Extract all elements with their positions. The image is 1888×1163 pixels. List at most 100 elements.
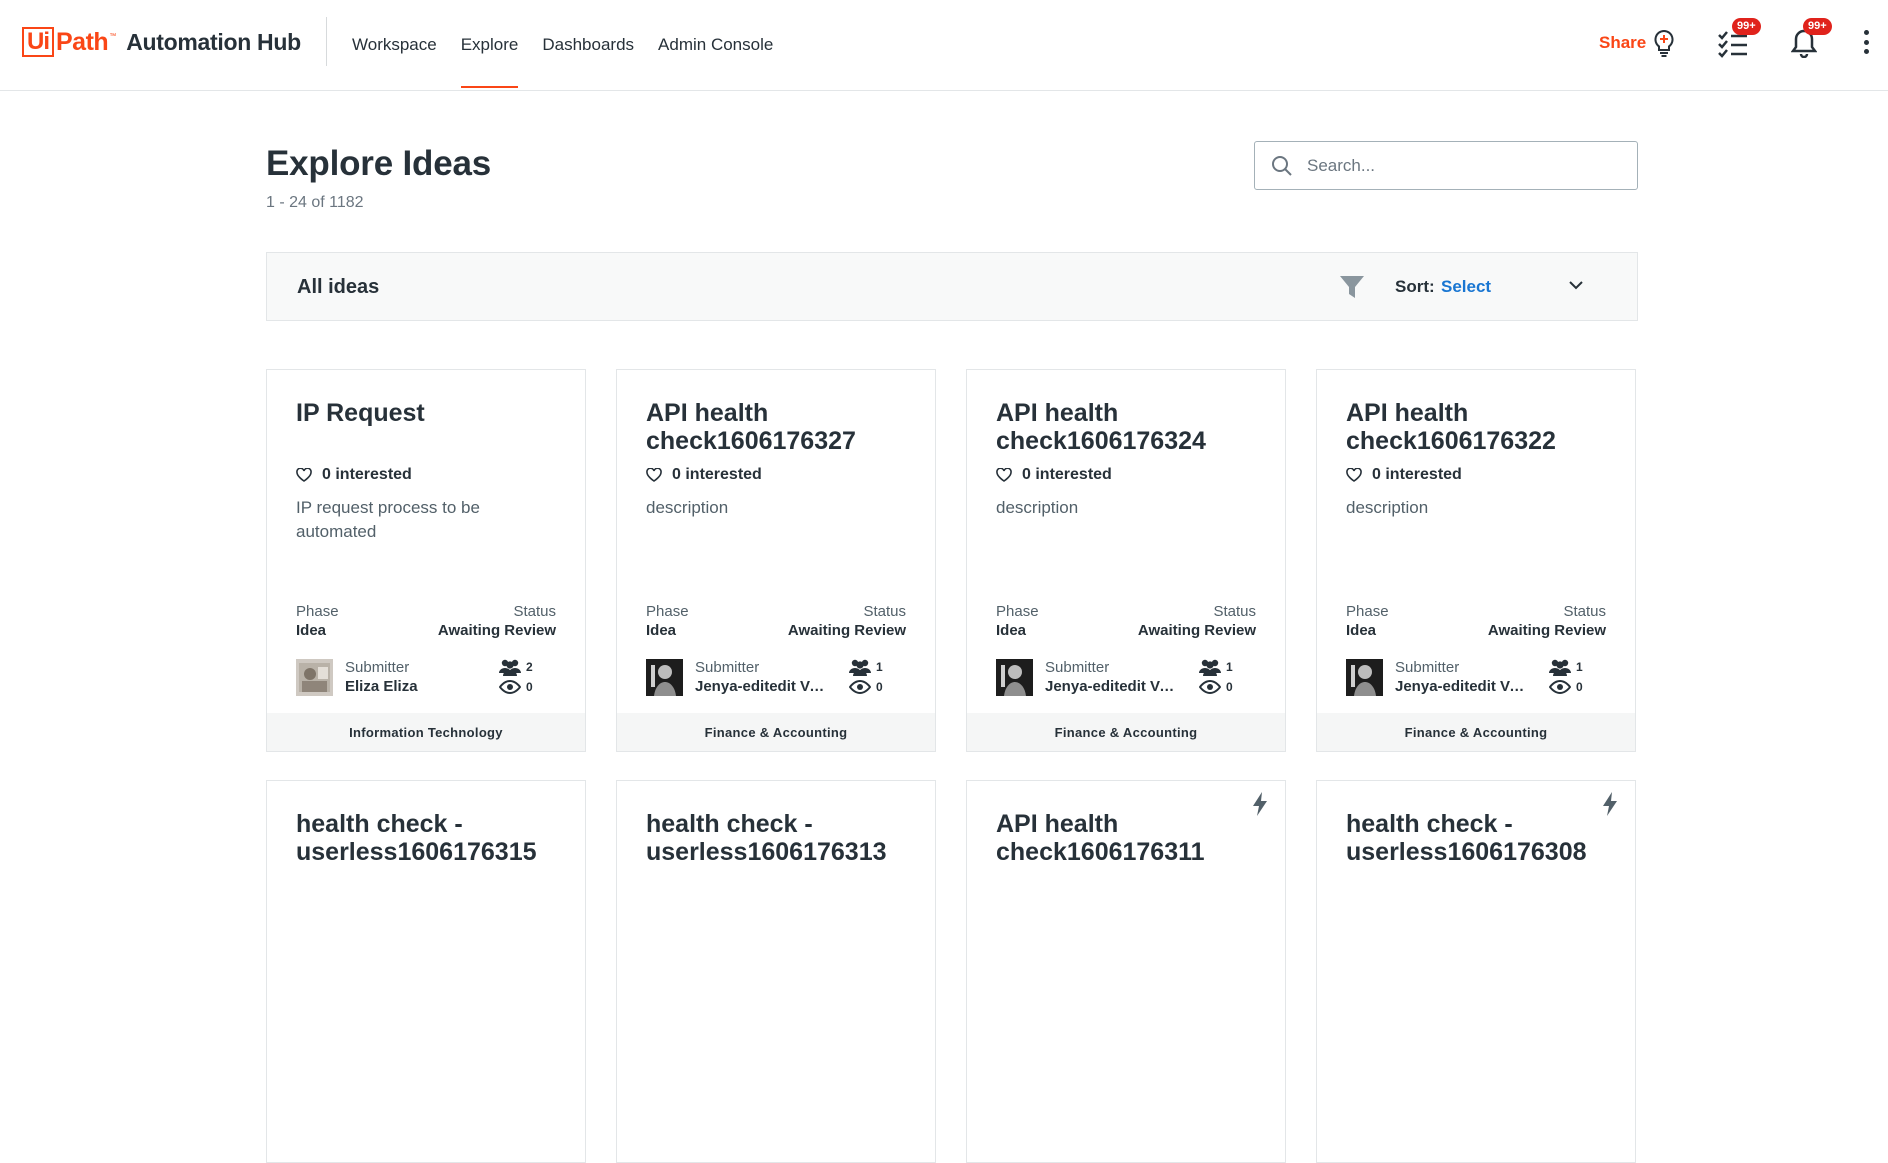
status-label: Status [863, 603, 906, 620]
phase-value: Idea [1346, 622, 1377, 639]
chevron-down-icon[interactable] [1569, 280, 1583, 290]
status-value: Awaiting Review [1137, 622, 1256, 639]
interested-toggle[interactable]: 0 interested [996, 466, 1112, 484]
interested-count: 0 interested [1022, 466, 1112, 483]
card-description: IP request process to be automated [296, 498, 480, 541]
phase-value: Idea [996, 622, 1027, 639]
top-header: Ui Path ™ Automation Hub Workspace Explo… [0, 0, 1888, 91]
submitter-label: Submitter [695, 659, 760, 676]
users-icon [499, 659, 521, 676]
filter-bar: All ideas Sort: Select [266, 252, 1638, 321]
category-label: Finance & Accounting [1317, 713, 1635, 751]
avatar[interactable] [996, 659, 1033, 696]
tasks-button[interactable]: 99+ [1718, 18, 1761, 63]
card-title: API health check1606176327 [646, 399, 856, 455]
collaborators-stat: 1 [1549, 658, 1583, 676]
interested-count: 0 interested [672, 466, 762, 483]
views-count: 0 [1576, 680, 1583, 694]
sort-select[interactable]: Select [1441, 277, 1491, 297]
views-stat: 0 [1549, 680, 1583, 694]
uipath-logo[interactable]: Ui Path ™ Automation Hub [22, 26, 301, 58]
idea-card[interactable]: API health check1606176327 0 interested … [616, 369, 936, 752]
nav-explore[interactable]: Explore [460, 0, 518, 90]
phase-label: Phase [1346, 603, 1389, 620]
submitter-label: Submitter [1395, 659, 1460, 676]
logo-path-text: Path [56, 27, 109, 56]
card-title: IP Request [296, 399, 425, 427]
phase-value: Idea [646, 622, 677, 639]
collaborators-stat: 1 [849, 658, 883, 676]
card-title: API health check1606176311 [996, 810, 1205, 866]
interested-count: 0 interested [1372, 466, 1462, 483]
avatar[interactable] [646, 659, 683, 696]
heart-icon [296, 468, 312, 482]
card-description: description [646, 498, 729, 517]
users-icon [1549, 659, 1571, 676]
avatar[interactable] [296, 659, 333, 696]
collaborators-count: 1 [876, 660, 883, 674]
collaborators-count: 1 [1576, 660, 1583, 674]
heart-icon [646, 468, 662, 482]
submitter-name: Jenya-editedit Vas-... [1395, 678, 1530, 695]
category-label: Finance & Accounting [967, 713, 1285, 751]
notifications-button[interactable]: 99+ [1790, 18, 1832, 63]
card-title: health check - userless1606176308 [1346, 810, 1587, 866]
interested-toggle[interactable]: 0 interested [1346, 466, 1462, 484]
category-label: Finance & Accounting [617, 713, 935, 751]
search-icon [1272, 155, 1292, 176]
interested-toggle[interactable]: 0 interested [646, 466, 762, 484]
idea-card[interactable]: IP Request 0 interested IP request proce… [266, 369, 586, 752]
views-stat: 0 [849, 680, 883, 694]
search-input[interactable] [1307, 155, 1627, 176]
collaborators-count: 1 [1226, 660, 1233, 674]
share-idea-button[interactable]: Share [1599, 29, 1676, 57]
sort-label: Sort: [1395, 277, 1435, 296]
phase-label: Phase [296, 603, 339, 620]
card-description: description [996, 498, 1079, 517]
heart-icon [996, 468, 1012, 482]
header-divider [326, 17, 327, 66]
views-count: 0 [876, 680, 883, 694]
eye-icon [849, 680, 871, 694]
idea-card[interactable]: health check - userless1606176315 [266, 780, 586, 1163]
views-count: 0 [526, 680, 533, 694]
logo-ui-mark: Ui [22, 27, 54, 57]
status-label: Status [1563, 603, 1606, 620]
heart-icon [1346, 468, 1362, 482]
nav-dashboards[interactable]: Dashboards [542, 0, 634, 90]
phase-label: Phase [996, 603, 1039, 620]
submitter-label: Submitter [345, 659, 410, 676]
avatar[interactable] [1346, 659, 1383, 696]
phase-value: Idea [296, 622, 327, 639]
filter-title: All ideas [297, 276, 380, 298]
share-label: Share [1599, 33, 1647, 52]
idea-card[interactable]: API health check1606176322 0 interested … [1316, 369, 1636, 752]
more-menu-icon[interactable] [1860, 28, 1872, 56]
eye-icon [1549, 680, 1571, 694]
collaborators-stat: 1 [1199, 658, 1233, 676]
search-box[interactable] [1254, 141, 1638, 190]
interested-count: 0 interested [322, 466, 412, 483]
nav-admin-console[interactable]: Admin Console [658, 0, 773, 90]
interested-toggle[interactable]: 0 interested [296, 466, 412, 484]
eye-icon [499, 680, 521, 694]
status-value: Awaiting Review [1487, 622, 1606, 639]
idea-card[interactable]: API health check1606176311 [966, 780, 1286, 1163]
nav-workspace[interactable]: Workspace [352, 0, 437, 90]
card-title: health check - userless1606176313 [646, 810, 887, 866]
submitter-name: Jenya-editedit Vas-... [1045, 678, 1180, 695]
filter-icon[interactable] [1340, 276, 1364, 298]
category-label: Information Technology [267, 713, 585, 751]
users-icon [849, 659, 871, 676]
result-count: 1 - 24 of 1182 [266, 194, 364, 211]
product-name: Automation Hub [126, 28, 301, 55]
submitter-label: Submitter [1045, 659, 1110, 676]
idea-card[interactable]: health check - userless1606176313 [616, 780, 936, 1163]
page-title: Explore Ideas [266, 144, 492, 183]
notifications-badge: 99+ [1803, 18, 1832, 35]
idea-card[interactable]: API health check1606176324 0 interested … [966, 369, 1286, 752]
idea-card[interactable]: health check - userless1606176308 [1316, 780, 1636, 1163]
main-nav: Workspace Explore Dashboards Admin Conso… [352, 0, 797, 90]
status-label: Status [513, 603, 556, 620]
views-stat: 0 [499, 680, 533, 694]
